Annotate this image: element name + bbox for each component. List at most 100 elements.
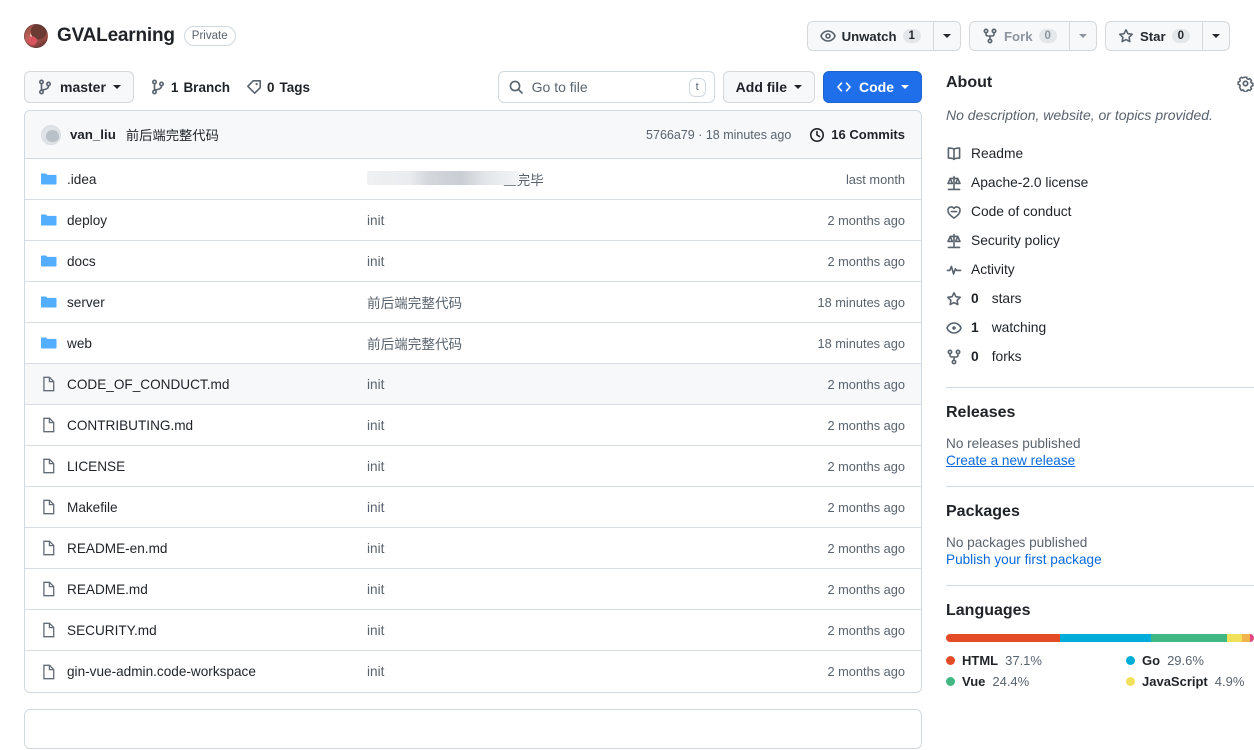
- language-segment[interactable]: [1249, 634, 1254, 643]
- divider: [946, 387, 1254, 389]
- owner-avatar[interactable]: [24, 24, 48, 48]
- about-link-security-policy[interactable]: Security policy: [946, 226, 1254, 255]
- unwatch-label: Unwatch: [841, 28, 897, 44]
- file-commit-message[interactable]: init: [367, 418, 775, 433]
- language-segment[interactable]: [1151, 634, 1227, 643]
- table-row[interactable]: server 前后端完整代码 18 minutes ago: [25, 282, 921, 323]
- branch-selector[interactable]: master: [24, 71, 134, 103]
- file-commit-message[interactable]: init: [367, 582, 775, 597]
- language-segment[interactable]: [946, 634, 1061, 643]
- star-dropdown-button[interactable]: [1203, 21, 1230, 51]
- commit-hash-and-time[interactable]: 5766a79 · 18 minutes ago: [646, 128, 791, 142]
- language-segment[interactable]: [1226, 634, 1242, 643]
- file-commit-message[interactable]: init: [367, 623, 775, 638]
- create-release-link[interactable]: Create a new release: [946, 453, 1075, 468]
- publish-package-link[interactable]: Publish your first package: [946, 552, 1102, 567]
- file-commit-message[interactable]: init: [367, 213, 775, 228]
- file-name[interactable]: README-en.md: [67, 541, 367, 556]
- commit-message[interactable]: 前后端完整代码: [126, 125, 219, 144]
- about-link-activity[interactable]: Activity: [946, 255, 1254, 284]
- file-name[interactable]: CONTRIBUTING.md: [67, 418, 367, 433]
- tags-link[interactable]: 0 Tags: [246, 79, 310, 95]
- language-name: Go: [1142, 653, 1161, 669]
- file-name[interactable]: Makefile: [67, 500, 367, 515]
- table-row[interactable]: web 前后端完整代码 18 minutes ago: [25, 323, 921, 364]
- go-to-file-input[interactable]: Go to file t: [497, 71, 715, 103]
- file-name[interactable]: README.md: [67, 582, 367, 597]
- language-legend-item[interactable]: Vue 24.4%: [946, 674, 1100, 689]
- file-commit-message[interactable]: 前后端完整代码: [367, 292, 775, 312]
- file-name[interactable]: .idea: [67, 172, 367, 187]
- file-name[interactable]: deploy: [67, 213, 367, 228]
- star-button[interactable]: Star 0: [1104, 21, 1203, 51]
- file-name[interactable]: SECURITY.md: [67, 623, 367, 638]
- file-name[interactable]: web: [67, 336, 367, 351]
- commits-count-link[interactable]: 16 Commits: [809, 127, 905, 143]
- table-row[interactable]: docs init 2 months ago: [25, 241, 921, 282]
- add-file-button[interactable]: Add file: [722, 71, 815, 103]
- file-commit-message[interactable]: init: [367, 254, 775, 269]
- branches-link[interactable]: 1 Branch: [150, 79, 230, 95]
- unwatch-button[interactable]: Unwatch 1: [806, 21, 934, 51]
- watch-dropdown-button[interactable]: [933, 21, 961, 51]
- gear-icon[interactable]: [1237, 75, 1254, 92]
- file-name[interactable]: docs: [67, 254, 367, 269]
- code-button[interactable]: Code: [823, 71, 922, 103]
- table-row[interactable]: README-en.md init 2 months ago: [25, 528, 921, 569]
- folder-icon: [41, 294, 57, 310]
- commit-author[interactable]: van_liu: [70, 127, 116, 142]
- table-row[interactable]: Makefile init 2 months ago: [25, 487, 921, 528]
- file-commit-message[interactable]: 置完毕: [367, 169, 775, 189]
- language-legend: HTML 37.1% Go 29.6% Vue 24.4% JavaScript 4.9%: [946, 653, 1254, 689]
- file-commit-message[interactable]: init: [367, 664, 775, 679]
- fork-button[interactable]: Fork 0: [968, 21, 1070, 51]
- file-commit-message[interactable]: init: [367, 500, 775, 515]
- file-commit-message[interactable]: init: [367, 541, 775, 556]
- branch-label: master: [60, 79, 106, 95]
- about-stat-forks[interactable]: 0 forks: [946, 342, 1254, 371]
- table-row[interactable]: gin-vue-admin.code-workspace init 2 months…: [25, 651, 921, 692]
- repository-name[interactable]: GVALearning: [57, 25, 175, 47]
- table-row[interactable]: CONTRIBUTING.md init 2 months ago: [25, 405, 921, 446]
- language-segment[interactable]: [1241, 634, 1250, 643]
- file-icon: [41, 376, 57, 392]
- file-commit-message[interactable]: init: [367, 377, 775, 392]
- about-stat-watching[interactable]: 1 watching: [946, 313, 1254, 342]
- about-link-apache-2-0-license[interactable]: Apache-2.0 license: [946, 168, 1254, 197]
- language-legend-item[interactable]: Go 29.6%: [1100, 653, 1254, 668]
- chevron-down-icon: [112, 85, 121, 89]
- chevron-down-icon: [942, 34, 951, 38]
- file-rows: .idea 置完毕 last month deploy init 2 months ago…: [25, 159, 921, 692]
- page-body: master 1 Branch 0 Tags Go to file t Add …: [0, 58, 1254, 749]
- table-row[interactable]: LICENSE init 2 months ago: [25, 446, 921, 487]
- file-commit-time: last month: [845, 171, 905, 187]
- header-actions: Unwatch 1 Fork 0 Star 0: [806, 21, 1230, 51]
- folder-icon: [41, 171, 57, 187]
- file-name[interactable]: LICENSE: [67, 459, 367, 474]
- about-link-readme[interactable]: Readme: [946, 139, 1254, 168]
- table-row[interactable]: CODE_OF_CONDUCT.md init 2 months ago: [25, 364, 921, 405]
- table-row[interactable]: deploy init 2 months ago: [25, 200, 921, 241]
- branch-icon: [37, 79, 53, 95]
- packages-title: Packages: [946, 503, 1020, 521]
- fork-label: Fork: [1003, 28, 1033, 44]
- about-stat-count: 1: [971, 320, 979, 336]
- about-stat-stars[interactable]: 0 stars: [946, 284, 1254, 313]
- file-icon: [41, 581, 57, 597]
- about-link-code-of-conduct[interactable]: Code of conduct: [946, 197, 1254, 226]
- file-name[interactable]: CODE_OF_CONDUCT.md: [67, 377, 367, 392]
- language-segment[interactable]: [1060, 634, 1152, 643]
- file-name[interactable]: server: [67, 295, 367, 310]
- file-commit-message[interactable]: init: [367, 459, 775, 474]
- file-name[interactable]: gin-vue-admin.code-workspace: [67, 664, 367, 679]
- language-legend-item[interactable]: HTML 37.1%: [946, 653, 1100, 668]
- file-commit-message[interactable]: 前后端完整代码: [367, 333, 775, 353]
- star-count: 0: [1171, 29, 1190, 43]
- branches-label: Branch: [183, 79, 230, 95]
- table-row[interactable]: README.md init 2 months ago: [25, 569, 921, 610]
- fork-dropdown-button[interactable]: [1069, 21, 1097, 51]
- table-row[interactable]: SECURITY.md init 2 months ago: [25, 610, 921, 651]
- file-commit-time: 2 months ago: [827, 376, 905, 392]
- table-row[interactable]: .idea 置完毕 last month: [25, 159, 921, 200]
- language-legend-item[interactable]: JavaScript 4.9%: [1100, 674, 1254, 689]
